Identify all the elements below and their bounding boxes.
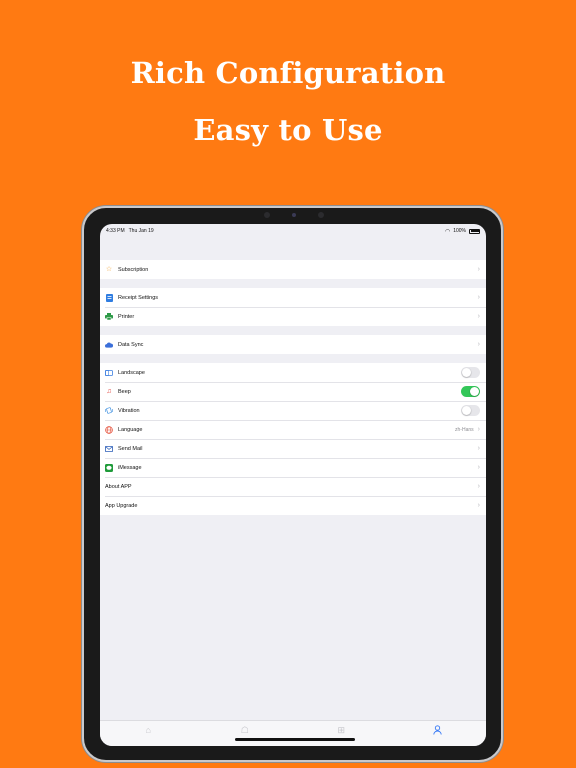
person-icon — [433, 725, 442, 737]
row-label: iMessage — [118, 464, 142, 471]
screen: 4:33 PM Thu Jan 19 ◠ 100% ☆ Subscription… — [100, 224, 486, 746]
settings-row-beep: ♫ Beep — [100, 382, 486, 401]
cloud-icon — [105, 341, 113, 349]
chevron-right-icon: › — [477, 294, 480, 301]
settings-row-app-upgrade[interactable]: App Upgrade › — [100, 496, 486, 515]
row-label: Landscape — [118, 369, 145, 376]
headline-rich-configuration: Rich Configuration — [130, 56, 446, 90]
message-icon — [105, 463, 113, 472]
row-label: Receipt Settings — [118, 294, 159, 301]
settings-row-subscription[interactable]: ☆ Subscription › — [100, 260, 486, 279]
chevron-right-icon: › — [477, 266, 480, 273]
star-icon: ☆ — [105, 266, 113, 273]
status-bar: 4:33 PM Thu Jan 19 ◠ 100% — [100, 224, 486, 238]
music-note-icon: ♫ — [106, 388, 112, 395]
camera-icon — [292, 212, 296, 217]
toggle-knob — [470, 387, 479, 396]
globe-icon — [105, 425, 113, 434]
settings-row-about-app[interactable]: About APP › — [100, 477, 486, 496]
headline-easy-to-use: Easy to Use — [193, 113, 383, 147]
row-label: Beep — [118, 388, 131, 395]
wifi-icon: ◠ — [444, 228, 451, 235]
chat-icon: ☖ — [240, 725, 249, 735]
settings-row-language[interactable]: Language zh-Hans › — [100, 420, 486, 439]
row-label: Data Sync — [118, 341, 144, 348]
settings-row-imessage[interactable]: iMessage › — [100, 458, 486, 477]
chevron-right-icon: › — [477, 341, 480, 348]
settings-row-receipt-settings[interactable]: Receipt Settings › — [100, 288, 486, 307]
row-label: Vibration — [118, 407, 140, 414]
chevron-right-icon: › — [477, 502, 480, 509]
settings-group-printing: Receipt Settings › Printer › — [100, 288, 486, 326]
settings-row-printer[interactable]: Printer › — [100, 307, 486, 326]
status-date: Thu Jan 19 — [128, 228, 154, 234]
row-label: Subscription — [118, 266, 149, 273]
tab-bar: ⌂ ☖ ⊞ — [100, 720, 486, 746]
row-label: Language — [118, 426, 143, 433]
sensor-dot — [264, 211, 270, 218]
tab-profile[interactable] — [390, 725, 487, 737]
chevron-right-icon: › — [477, 445, 480, 452]
settings-group-subscription: ☆ Subscription › — [100, 260, 486, 279]
camera-bar — [264, 211, 324, 218]
chevron-right-icon: › — [477, 313, 480, 320]
status-time: 4:33 PM — [106, 228, 125, 234]
settings-row-vibration: Vibration — [100, 401, 486, 420]
rotate-icon — [105, 369, 113, 377]
sensor-dot — [318, 211, 324, 218]
toggle-knob — [462, 406, 471, 415]
tab-home[interactable]: ⌂ — [100, 725, 197, 735]
home-icon: ⌂ — [145, 725, 151, 735]
vibration-toggle[interactable] — [461, 405, 480, 416]
tab-add[interactable]: ⊞ — [293, 725, 390, 736]
settings-group-general: Landscape ♫ Beep Vibration Language zh-H… — [100, 363, 486, 515]
row-label: Printer — [118, 313, 135, 320]
row-label: About APP — [105, 483, 132, 490]
printer-icon — [105, 313, 113, 321]
tab-chat[interactable]: ☖ — [197, 725, 294, 736]
vibration-icon — [105, 407, 113, 415]
language-value: zh-Hans — [455, 426, 474, 433]
mail-icon — [105, 445, 113, 453]
battery-percent: 100% — [453, 228, 466, 234]
beep-toggle[interactable] — [461, 386, 480, 397]
settings-row-landscape: Landscape — [100, 363, 486, 382]
chevron-right-icon: › — [477, 483, 480, 490]
row-label: App Upgrade — [105, 502, 138, 509]
row-label: Send Mail — [118, 445, 143, 452]
chevron-right-icon: › — [477, 426, 480, 433]
settings-row-send-mail[interactable]: Send Mail › — [100, 439, 486, 458]
ipad-frame: 4:33 PM Thu Jan 19 ◠ 100% ☆ Subscription… — [82, 206, 503, 762]
settings-group-sync: Data Sync › — [100, 335, 486, 354]
document-icon — [105, 293, 113, 302]
settings-row-data-sync[interactable]: Data Sync › — [100, 335, 486, 354]
battery-icon — [469, 228, 480, 234]
home-indicator[interactable] — [235, 738, 355, 741]
chevron-right-icon: › — [477, 464, 480, 471]
landscape-toggle[interactable] — [461, 367, 480, 378]
add-icon: ⊞ — [337, 725, 346, 735]
toggle-knob — [462, 368, 471, 377]
